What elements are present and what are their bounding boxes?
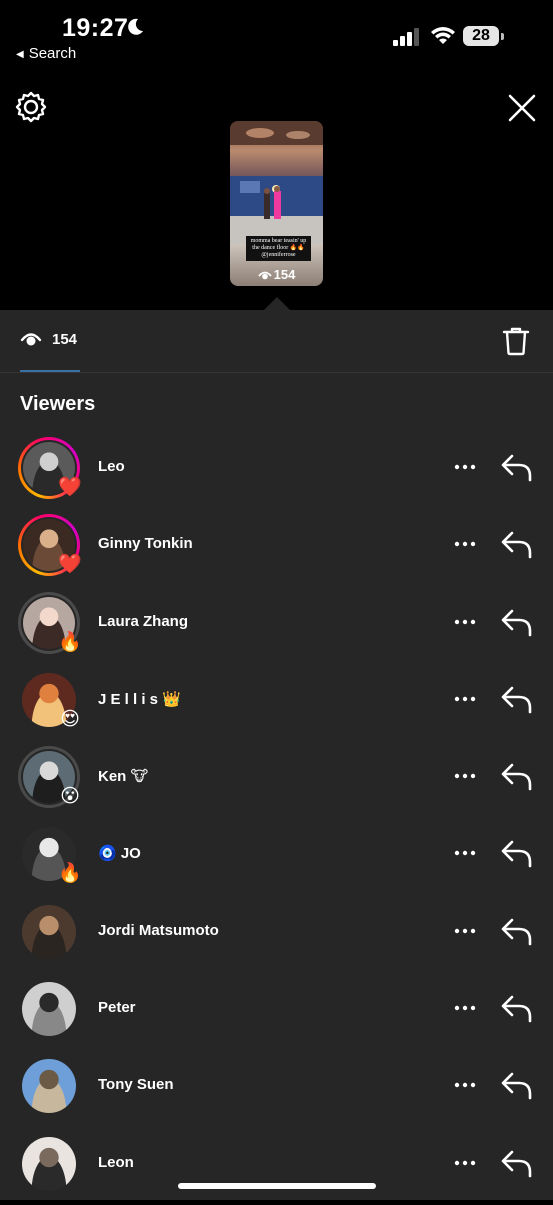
sheet-tabs: 154: [0, 310, 553, 373]
viewer-name[interactable]: Leo: [98, 458, 125, 475]
more-dots-icon[interactable]: [452, 531, 478, 557]
viewer-name[interactable]: Jordi Matsumoto: [98, 922, 219, 939]
reply-arrow-icon[interactable]: [501, 762, 533, 792]
thumbnail-pointer: [264, 297, 290, 310]
avatar[interactable]: ❤️: [18, 437, 82, 499]
home-indicator[interactable]: [178, 1183, 376, 1189]
reply-arrow-icon[interactable]: [501, 608, 533, 638]
more-dots-icon[interactable]: [452, 918, 478, 944]
avatar-photo: [22, 982, 76, 1037]
story-thumbnail[interactable]: momma bear teasin' up the dance floor 🔥🔥…: [230, 121, 323, 286]
reaction-emoji: 😍: [60, 708, 80, 730]
avatar[interactable]: ❤️: [18, 514, 82, 577]
viewer-row[interactable]: Jordi Matsumoto: [0, 896, 553, 973]
battery-indicator: 28: [463, 26, 499, 46]
back-to-search-link[interactable]: ◀ Search: [16, 45, 76, 62]
avatar[interactable]: 😮: [18, 746, 80, 809]
avatar[interactable]: 🔥: [18, 823, 82, 885]
avatar-photo: [22, 904, 76, 959]
viewers-heading: Viewers: [20, 393, 96, 415]
more-dots-icon[interactable]: [452, 840, 478, 866]
avatar[interactable]: 😍: [18, 669, 80, 731]
viewer-name[interactable]: Tony Suen: [98, 1076, 174, 1093]
avatar[interactable]: [18, 1133, 80, 1195]
more-dots-icon[interactable]: [452, 686, 478, 712]
avatar-photo: [22, 1136, 76, 1191]
viewer-row[interactable]: 🔥 🧿 JO: [0, 818, 553, 895]
viewer-row[interactable]: 😍 J E l l i s 👑: [0, 664, 553, 741]
gear-icon[interactable]: [15, 91, 47, 123]
eye-icon: [20, 333, 42, 346]
story-caption: momma bear teasin' up the dance floor 🔥🔥…: [246, 236, 311, 261]
reply-arrow-icon[interactable]: [501, 994, 533, 1024]
viewer-name[interactable]: Leon: [98, 1154, 134, 1171]
tab-views[interactable]: 154: [20, 330, 77, 354]
cellular-signal-icon: [393, 28, 419, 46]
back-label: Search: [28, 45, 77, 62]
battery-tip: [501, 33, 504, 40]
status-time: 19:27: [62, 14, 129, 42]
viewer-list: ❤️ Leo ❤️ Ginny Tonkin 🔥 Laura Zhang 😍 J E l l …: [0, 432, 553, 1205]
viewer-row[interactable]: Peter: [0, 973, 553, 1050]
active-tab-indicator: [20, 370, 80, 372]
reply-arrow-icon[interactable]: [501, 530, 533, 560]
more-dots-icon[interactable]: [452, 763, 478, 789]
more-dots-icon[interactable]: [452, 1150, 478, 1176]
reply-arrow-icon[interactable]: [501, 685, 533, 715]
reaction-emoji: ❤️: [58, 477, 82, 498]
reaction-emoji: 🔥: [58, 631, 82, 653]
story-views-value: 154: [273, 267, 296, 282]
viewer-row[interactable]: ❤️ Leo: [0, 432, 553, 509]
views-count: 154: [52, 331, 78, 348]
more-dots-icon[interactable]: [452, 1072, 478, 1098]
reaction-emoji: 😮: [60, 786, 80, 808]
reply-arrow-icon[interactable]: [501, 453, 533, 483]
viewer-name[interactable]: Ginny Tonkin: [98, 535, 193, 552]
viewer-name[interactable]: J E l l i s 👑: [98, 690, 181, 708]
viewer-row[interactable]: 😮 Ken 🐮: [0, 741, 553, 818]
close-icon[interactable]: [507, 93, 537, 123]
more-dots-icon[interactable]: [452, 609, 478, 635]
avatar[interactable]: [18, 1055, 80, 1117]
story-photo: [230, 121, 323, 244]
moon-icon: [128, 18, 143, 35]
avatar[interactable]: [18, 978, 80, 1040]
avatar[interactable]: [18, 901, 80, 963]
viewer-name[interactable]: 🧿 JO: [98, 844, 141, 862]
back-triangle-icon: ◀: [16, 49, 24, 60]
viewer-row[interactable]: Leon: [0, 1128, 553, 1205]
reply-arrow-icon[interactable]: [501, 1149, 533, 1179]
trash-icon[interactable]: [502, 326, 530, 356]
avatar[interactable]: 🔥: [18, 591, 82, 654]
reply-arrow-icon[interactable]: [501, 1071, 533, 1101]
wifi-icon: [431, 27, 455, 44]
viewer-row[interactable]: ❤️ Ginny Tonkin: [0, 509, 553, 586]
viewer-name[interactable]: Ken 🐮: [98, 767, 148, 785]
avatar-photo: [22, 1059, 76, 1114]
story-view-count: 154: [230, 267, 323, 282]
reaction-emoji: ❤️: [58, 554, 82, 576]
viewer-name[interactable]: Peter: [98, 999, 136, 1016]
reply-arrow-icon[interactable]: [501, 839, 533, 869]
viewers-sheet: 154 Viewers ❤️ Leo ❤️ Ginny Tonkin 🔥 Laura Zh…: [0, 310, 553, 1200]
status-bar: 19:27 ◀ Search 28: [0, 0, 553, 80]
viewer-name[interactable]: Laura Zhang: [98, 613, 188, 630]
eye-icon: [257, 271, 272, 280]
more-dots-icon[interactable]: [452, 454, 478, 480]
viewer-row[interactable]: 🔥 Laura Zhang: [0, 587, 553, 664]
viewer-row[interactable]: Tony Suen: [0, 1050, 553, 1127]
reply-arrow-icon[interactable]: [501, 917, 533, 947]
more-dots-icon[interactable]: [452, 995, 478, 1021]
reaction-emoji: 🔥: [58, 863, 82, 885]
